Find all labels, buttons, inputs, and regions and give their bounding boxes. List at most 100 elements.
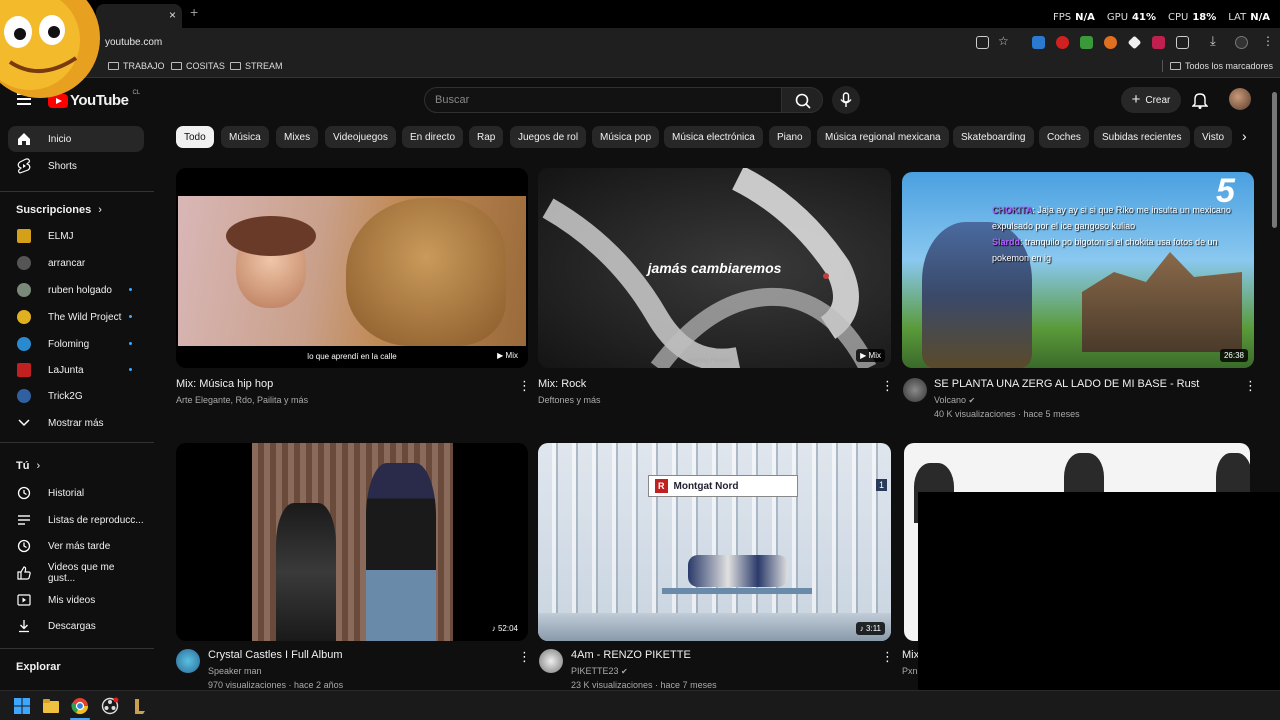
video-title[interactable]: Mix: Rock: [538, 378, 586, 390]
sidebar-item-watch-later[interactable]: Ver más tarde: [8, 533, 144, 559]
bookmark-stream[interactable]: STREAM: [230, 61, 283, 71]
extension-icon-1[interactable]: [1032, 36, 1045, 49]
bookmark-cositas[interactable]: COSITAS: [171, 61, 225, 71]
install-app-icon[interactable]: [976, 36, 989, 49]
channel-avatar: [16, 388, 32, 404]
extension-icon-4[interactable]: [1104, 36, 1117, 49]
home-icon: [16, 131, 32, 147]
chip-subidas-recientes[interactable]: Subidas recientes: [1094, 126, 1190, 148]
chip-visto[interactable]: Visto: [1194, 126, 1233, 148]
chip-videojuegos[interactable]: Videojuegos: [325, 126, 396, 148]
all-bookmarks[interactable]: Todos los marcadores: [1162, 60, 1273, 72]
subscription-ruben-holgado[interactable]: ruben holgado: [8, 277, 144, 303]
channel-avatar[interactable]: [903, 378, 927, 402]
page-scrollbar[interactable]: [1272, 92, 1277, 228]
video-title[interactable]: Mix: [902, 649, 919, 661]
extension-icon-6[interactable]: [1152, 36, 1165, 49]
windows-start-icon[interactable]: [13, 697, 31, 715]
video-channel[interactable]: Volcano ✔: [934, 395, 975, 405]
you-heading[interactable]: Tú ›: [16, 460, 40, 472]
chip-en-directo[interactable]: En directo: [402, 126, 464, 148]
browser-menu-icon[interactable]: ⋮: [1262, 34, 1274, 48]
new-tab-button[interactable]: +: [190, 4, 198, 20]
chip-musica-regional-mexicana[interactable]: Música regional mexicana: [817, 126, 949, 148]
subscription-the-wild-project[interactable]: The Wild Project: [8, 304, 144, 330]
channel-avatar: [16, 362, 32, 378]
sidebar-item-shorts[interactable]: Shorts: [8, 153, 144, 179]
extension-icon-3[interactable]: [1080, 36, 1093, 49]
more-options-icon[interactable]: ⋮: [881, 650, 894, 663]
more-options-icon[interactable]: ⋮: [881, 379, 894, 392]
video-thumbnail[interactable]: R Montgat Nord 1 ♪ 3:11: [538, 443, 891, 641]
browser-tab[interactable]: ×: [96, 4, 182, 28]
chrome-icon[interactable]: [71, 697, 89, 715]
sidebar-item-downloads[interactable]: Descargas: [8, 613, 144, 639]
sidebar-item-inicio[interactable]: Inicio: [8, 126, 144, 152]
sidebar-item-my-videos[interactable]: Mis videos: [8, 587, 144, 613]
lat-stat: LAT N/A: [1228, 12, 1270, 23]
chip-rap[interactable]: Rap: [469, 126, 504, 148]
user-avatar[interactable]: [1229, 88, 1251, 110]
video-channel[interactable]: PIKETTE23 ✔: [571, 666, 628, 676]
video-title[interactable]: SE PLANTA UNA ZERG AL LADO DE MI BASE - …: [934, 378, 1199, 390]
search-input[interactable]: [425, 88, 765, 112]
video-stats: 23 K visualizaciones · hace 7 meses: [571, 680, 717, 690]
video-thumbnail[interactable]: jamás cambiaremos Nothing Forever ▶ Mix: [538, 168, 891, 368]
video-thumbnail[interactable]: lo que aprendí en la calle ▶ Mix: [176, 168, 528, 368]
sidebar-label: Listas de reproducc...: [48, 514, 144, 526]
duration-badge: ♪ 52:04: [487, 622, 522, 635]
chip-musica-electronica[interactable]: Música electrónica: [664, 126, 763, 148]
sidebar-item-playlists[interactable]: Listas de reproducc...: [8, 507, 144, 533]
sidebar-item-liked-videos[interactable]: Videos que me gust...: [8, 560, 144, 586]
url-field[interactable]: youtube.com: [105, 37, 162, 48]
chip-coches[interactable]: Coches: [1039, 126, 1089, 148]
subscription-foloming[interactable]: Foloming: [8, 331, 144, 357]
chip-todo[interactable]: Todo: [176, 126, 214, 148]
voice-search-button[interactable]: [832, 86, 860, 114]
chevron-right-icon[interactable]: ›: [1242, 128, 1247, 144]
more-options-icon[interactable]: ⋮: [518, 379, 531, 392]
channel-avatar[interactable]: [176, 649, 200, 673]
channel-avatar: [16, 336, 32, 352]
video-channel[interactable]: Speaker man: [208, 666, 262, 676]
chip-piano[interactable]: Piano: [769, 126, 811, 148]
chip-mixes[interactable]: Mixes: [276, 126, 319, 148]
chip-juegos-de-rol[interactable]: Juegos de rol: [510, 126, 587, 148]
file-explorer-icon[interactable]: [42, 697, 60, 715]
sidebar-item-historial[interactable]: Historial: [8, 480, 144, 506]
tab-close-icon[interactable]: ×: [169, 8, 176, 22]
bookmark-star-icon[interactable]: ☆: [998, 34, 1009, 48]
video-title[interactable]: Crystal Castles I Full Album: [208, 649, 342, 661]
bookmark-trabajo[interactable]: TRABAJO: [108, 61, 165, 71]
subscription-trick2g[interactable]: Trick2G: [8, 383, 144, 409]
chip-musica-pop[interactable]: Música pop: [592, 126, 660, 148]
notifications-bell-icon[interactable]: [1192, 91, 1208, 109]
subscription-arrancar[interactable]: arrancar: [8, 250, 144, 276]
video-channel[interactable]: Pxn: [902, 666, 918, 676]
emoji-face-overlay: [0, 0, 100, 98]
show-more-button[interactable]: Mostrar más: [8, 410, 144, 436]
more-options-icon[interactable]: ⋮: [1244, 379, 1257, 392]
extension-icon-5[interactable]: [1127, 35, 1142, 50]
video-title[interactable]: 4Am - RENZO PIKETTE: [571, 649, 691, 661]
subscriptions-heading[interactable]: Suscripciones ›: [16, 204, 102, 216]
video-thumbnail[interactable]: 5 CHOKITA: Jaja ay ay si si que Riko me …: [902, 172, 1254, 368]
video-channel[interactable]: Deftones y más: [538, 395, 601, 405]
profile-icon[interactable]: [1235, 36, 1248, 49]
subscription-lajunta[interactable]: LaJunta: [8, 357, 144, 383]
extensions-puzzle-icon[interactable]: [1176, 36, 1189, 49]
chip-skateboarding[interactable]: Skateboarding: [953, 126, 1034, 148]
search-button[interactable]: [781, 87, 823, 113]
chip-musica[interactable]: Música: [221, 126, 269, 148]
video-thumbnail[interactable]: ♪ 52:04: [176, 443, 528, 641]
video-channel[interactable]: Arte Elegante, Rdo, Pailita y más: [176, 395, 308, 405]
subscription-elmj[interactable]: ELMJ: [8, 223, 144, 249]
extension-icon-2[interactable]: [1056, 36, 1069, 49]
league-of-legends-icon[interactable]: [130, 697, 148, 715]
more-options-icon[interactable]: ⋮: [518, 650, 531, 663]
create-button[interactable]: + Crear: [1121, 87, 1181, 113]
downloads-icon[interactable]: ⤓: [1210, 33, 1216, 49]
obs-icon[interactable]: [101, 697, 119, 715]
video-title[interactable]: Mix: Música hip hop: [176, 378, 273, 390]
channel-avatar[interactable]: [539, 649, 563, 673]
